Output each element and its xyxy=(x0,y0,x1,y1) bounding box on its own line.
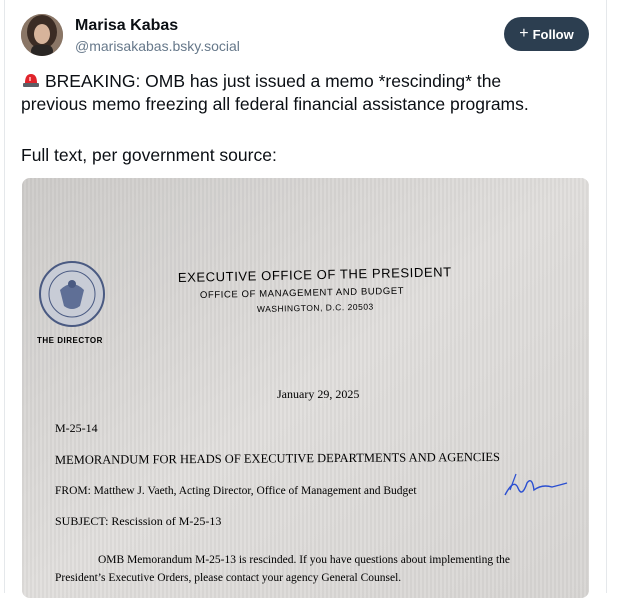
post-line-2: previous memo freezing all federal finan… xyxy=(21,94,529,114)
director-label: THE DIRECTOR xyxy=(37,336,103,345)
memo-date: January 29, 2025 xyxy=(277,387,359,401)
post-line-3: Full text, per government source: xyxy=(21,145,277,165)
siren-icon xyxy=(23,74,39,87)
post-card: Marisa Kabas @marisakabas.bsky.social + … xyxy=(4,0,607,598)
omb-seal-icon xyxy=(39,261,105,327)
author-name[interactable]: Marisa Kabas xyxy=(75,17,178,35)
follow-button[interactable]: + Follow xyxy=(504,17,589,51)
memo-photo: THE DIRECTOR EXECUTIVE OFFICE OF THE PRE… xyxy=(22,178,589,598)
post-line-1: BREAKING: OMB has just issued a memo *re… xyxy=(45,71,502,91)
follow-label: Follow xyxy=(532,26,574,42)
memo-body-1: OMB Memorandum M-25-13 is rescinded. If … xyxy=(98,554,510,566)
memo-subject: SUBJECT: Rescission of M-25-13 xyxy=(55,514,221,528)
avatar[interactable] xyxy=(21,14,63,56)
author-handle[interactable]: @marisakabas.bsky.social xyxy=(75,38,240,54)
memo-image[interactable]: THE DIRECTOR EXECUTIVE OFFICE OF THE PRE… xyxy=(22,178,589,598)
memo-number: M-25-14 xyxy=(55,421,98,435)
post-text-line-1: BREAKING: OMB has just issued a memo *re… xyxy=(21,70,593,93)
memo-body-2: President’s Executive Orders, please con… xyxy=(55,572,401,584)
memo-from: FROM: Matthew J. Vaeth, Acting Director,… xyxy=(55,485,417,497)
plus-icon: + xyxy=(519,25,529,42)
